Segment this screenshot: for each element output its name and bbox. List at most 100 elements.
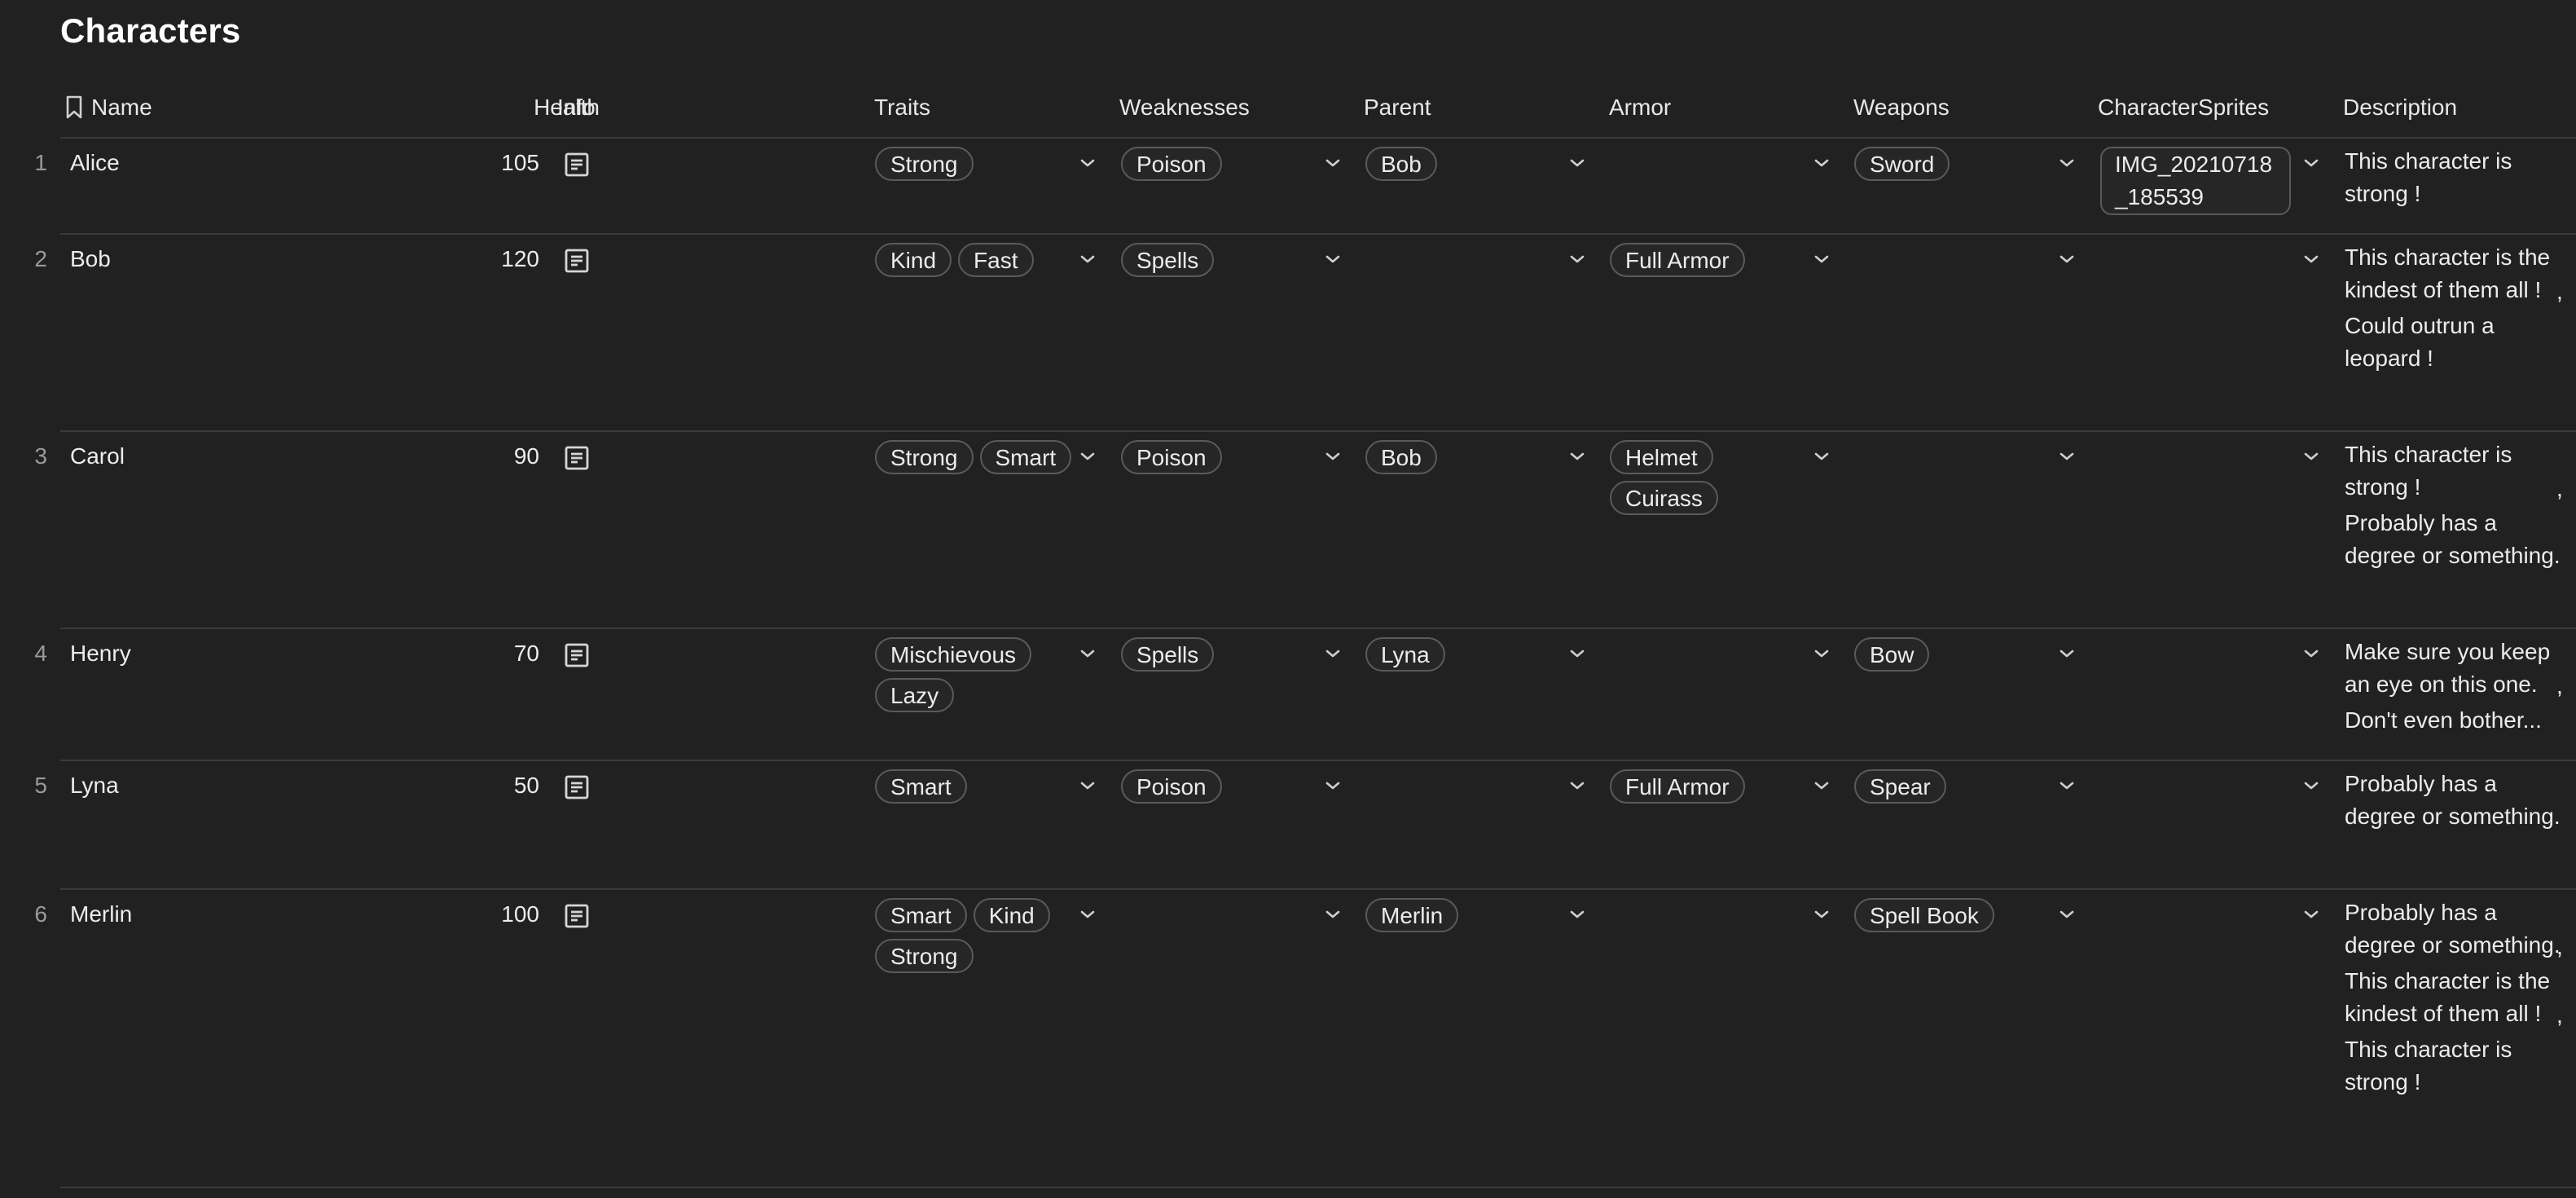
parent-cell[interactable]: Merlin [1365, 898, 1572, 932]
weaknesses-cell[interactable]: Spells [1121, 243, 1328, 277]
traits-cell[interactable]: Smart Kind Strong [875, 898, 1082, 973]
table-row[interactable]: 2 Bob 120 Kind Fast Spells Full Armor This char… [0, 235, 2576, 432]
name-cell[interactable]: Alice [70, 150, 120, 176]
chevron-down-icon[interactable] [1324, 451, 1342, 462]
weapons-chip[interactable]: Spell Book [1854, 898, 1994, 932]
armor-cell[interactable]: Full Armor [1610, 243, 1817, 277]
parent-chip[interactable]: Bob [1365, 440, 1437, 474]
parent-cell[interactable]: Bob [1365, 440, 1572, 474]
weapons-cell[interactable]: Spell Book [1854, 898, 2061, 932]
chevron-down-icon[interactable] [2302, 157, 2320, 169]
health-cell[interactable]: 120 [391, 246, 539, 272]
chevron-down-icon[interactable] [2058, 451, 2076, 462]
sprites-chip[interactable]: IMG_20210718 _185539 [2100, 147, 2291, 215]
health-cell[interactable]: 50 [391, 773, 539, 799]
name-cell[interactable]: Henry [70, 641, 131, 667]
chevron-down-icon[interactable] [1079, 780, 1097, 791]
weapons-chip[interactable]: Spear [1854, 769, 1946, 804]
table-row[interactable]: 5 Lyna 50 Smart Poison Full Armor Spear Probabl… [0, 761, 2576, 890]
document-icon[interactable] [564, 903, 590, 929]
chevron-down-icon[interactable] [1568, 157, 1586, 169]
chevron-down-icon[interactable] [2058, 909, 2076, 920]
column-header-weaknesses[interactable]: Weaknesses [1119, 90, 1250, 137]
weaknesses-chip[interactable]: Spells [1121, 637, 1215, 672]
chevron-down-icon[interactable] [1813, 451, 1831, 462]
name-cell[interactable]: Carol [70, 443, 125, 469]
parent-chip[interactable]: Bob [1365, 147, 1437, 181]
column-header-parent[interactable]: Parent [1364, 90, 1431, 137]
weaknesses-chip[interactable]: Poison [1121, 147, 1222, 181]
parent-chip[interactable]: Merlin [1365, 898, 1459, 932]
chevron-down-icon[interactable] [2058, 253, 2076, 265]
traits-chip[interactable]: Strong [875, 939, 974, 973]
chevron-down-icon[interactable] [1813, 253, 1831, 265]
traits-chip[interactable]: Smart [875, 769, 967, 804]
document-icon[interactable] [564, 152, 590, 178]
chevron-down-icon[interactable] [2302, 451, 2320, 462]
parent-cell[interactable]: Bob [1365, 147, 1572, 181]
chevron-down-icon[interactable] [1568, 451, 1586, 462]
traits-chip[interactable]: Strong [875, 147, 974, 181]
description-cell[interactable]: Make sure you keep an eye on this one. Do… [2345, 636, 2566, 740]
chevron-down-icon[interactable] [2302, 648, 2320, 659]
health-cell[interactable]: 90 [391, 443, 539, 469]
name-cell[interactable]: Lyna [70, 773, 119, 799]
weaknesses-chip[interactable]: Poison [1121, 440, 1222, 474]
traits-cell[interactable]: Strong [875, 147, 1082, 181]
chevron-down-icon[interactable] [2058, 157, 2076, 169]
chevron-down-icon[interactable] [1324, 648, 1342, 659]
chevron-down-icon[interactable] [1813, 648, 1831, 659]
chevron-down-icon[interactable] [1079, 648, 1097, 659]
table-row[interactable]: 6 Merlin 100 Smart Kind Strong Merlin Spell Boo… [0, 890, 2576, 1188]
chevron-down-icon[interactable] [1079, 451, 1097, 462]
weapons-cell[interactable]: Spear [1854, 769, 2061, 804]
traits-cell[interactable]: Smart [875, 769, 1082, 804]
traits-chip[interactable]: Smart [979, 440, 1072, 474]
traits-cell[interactable]: Strong Smart [875, 440, 1082, 474]
traits-chip[interactable]: Fast [958, 243, 1034, 277]
chevron-down-icon[interactable] [1324, 253, 1342, 265]
chevron-down-icon[interactable] [2302, 780, 2320, 791]
traits-cell[interactable]: Kind Fast [875, 243, 1082, 277]
weapons-chip[interactable]: Bow [1854, 637, 1930, 672]
description-cell[interactable]: This character is strong ! Probably has a… [2345, 438, 2566, 575]
table-row[interactable]: 1 Alice 105 Strong Poison Bob Sword IMG_2021071… [0, 139, 2576, 235]
chevron-down-icon[interactable] [1324, 909, 1342, 920]
weaknesses-chip[interactable]: Poison [1121, 769, 1222, 804]
weapons-cell[interactable]: Sword [1854, 147, 2061, 181]
description-cell[interactable]: This character is strong ! [2345, 145, 2566, 214]
parent-cell[interactable]: Lyna [1365, 637, 1572, 672]
name-cell[interactable]: Merlin [70, 901, 132, 927]
chevron-down-icon[interactable] [1079, 157, 1097, 169]
weapons-chip[interactable]: Sword [1854, 147, 1950, 181]
document-icon[interactable] [564, 642, 590, 668]
armor-chip[interactable]: Helmet [1610, 440, 1713, 474]
table-row[interactable]: 3 Carol 90 Strong Smart Poison Bob Helmet Cuiras… [0, 432, 2576, 629]
chevron-down-icon[interactable] [1079, 253, 1097, 265]
chevron-down-icon[interactable] [1568, 253, 1586, 265]
traits-chip[interactable]: Kind [973, 898, 1050, 932]
parent-chip[interactable]: Lyna [1365, 637, 1445, 672]
document-icon[interactable] [564, 248, 590, 274]
weaknesses-cell[interactable]: Poison [1121, 440, 1328, 474]
description-cell[interactable]: Probably has a degree or something. [2345, 768, 2566, 836]
description-cell[interactable]: This character is the kindest of them al… [2345, 241, 2566, 378]
document-icon[interactable] [564, 774, 590, 800]
sprites-cell[interactable]: IMG_20210718 _185539 [2100, 147, 2307, 215]
traits-chip[interactable]: Smart [875, 898, 967, 932]
traits-chip[interactable]: Mischievous [875, 637, 1032, 672]
armor-chip[interactable]: Full Armor [1610, 243, 1745, 277]
traits-chip[interactable]: Lazy [875, 678, 955, 712]
armor-cell[interactable]: Full Armor [1610, 769, 1817, 804]
weaknesses-chip[interactable]: Spells [1121, 243, 1215, 277]
chevron-down-icon[interactable] [2058, 648, 2076, 659]
traits-chip[interactable]: Strong [875, 440, 974, 474]
chevron-down-icon[interactable] [1324, 157, 1342, 169]
traits-chip[interactable]: Kind [875, 243, 952, 277]
chevron-down-icon[interactable] [1079, 909, 1097, 920]
weapons-cell[interactable]: Bow [1854, 637, 2061, 672]
weaknesses-cell[interactable]: Poison [1121, 769, 1328, 804]
weaknesses-cell[interactable]: Spells [1121, 637, 1328, 672]
armor-cell[interactable]: Helmet Cuirass [1610, 440, 1817, 515]
health-cell[interactable]: 70 [391, 641, 539, 667]
